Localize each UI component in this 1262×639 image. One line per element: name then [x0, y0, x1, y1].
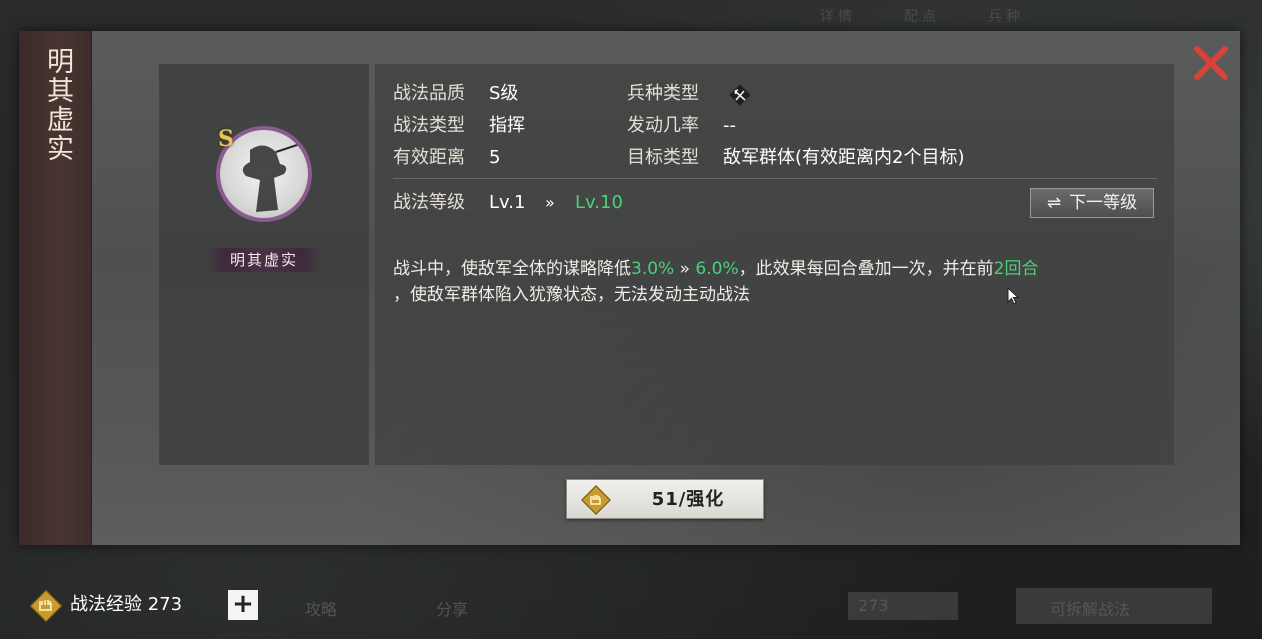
bg-ghost-exp-value: 273 [858, 596, 889, 615]
skill-detail-dialog: 明其虚实 S 明其虚实 战法品质 S级 兵种类型 战法类型 指挥 发动几率 --… [19, 31, 1240, 545]
skill-type-label: 战法类型 [393, 115, 465, 136]
skill-info-panel: 战法品质 S级 兵种类型 战法类型 指挥 发动几率 -- 有效距离 5 目标类型… [375, 64, 1174, 465]
trigger-rate-value: -- [723, 115, 736, 136]
desc-value-next: 6.0% [695, 259, 739, 279]
desc-part-1: 战斗中，使敌军全体的谋略降低 [393, 259, 631, 279]
skill-grade-badge: S [218, 126, 234, 152]
skill-type-value: 指挥 [489, 115, 525, 136]
desc-rounds: 2回合 [993, 259, 1039, 279]
bg-tab-details: 详情 [820, 9, 856, 25]
bow-icon [727, 82, 753, 108]
bg-tab-points: 配点 [904, 9, 940, 25]
desc-part-3: ，使敌军群体陷入犹豫状态，无法发动主动战法 [393, 285, 750, 305]
add-exp-button[interactable]: + [228, 590, 258, 620]
skill-exp-text: 战法经验 273 [70, 594, 183, 615]
desc-value-current: 3.0% [631, 259, 675, 279]
desc-part-2: ，此效果每回合叠加一次，并在前 [738, 259, 994, 279]
range-value: 5 [489, 147, 501, 168]
fist-icon [581, 485, 611, 515]
target-type-value: 敌军群体(有效距离内2个目标) [723, 147, 965, 168]
info-divider [393, 178, 1157, 179]
mouse-cursor-icon [1007, 286, 1020, 305]
skill-level-row: 战法等级 Lv.1 » Lv.10 ⇌ 下一等级 [393, 188, 1163, 218]
quality-label: 战法品质 [393, 83, 465, 104]
next-level-button[interactable]: ⇌ 下一等级 [1030, 188, 1154, 218]
skill-level-label: 战法等级 [393, 192, 465, 213]
range-label: 有效距离 [393, 147, 465, 168]
background-tabs: 详情 配点 兵种 [820, 6, 1240, 28]
trigger-rate-label: 发动几率 [627, 115, 699, 136]
skill-exp-icon [28, 588, 64, 624]
upgrade-button-label: 51/强化 [651, 489, 725, 510]
next-level-button-label: 下一等级 [1069, 193, 1138, 213]
target-type-label: 目标类型 [627, 147, 699, 168]
side-title-band: 明其虚实 [19, 31, 92, 545]
bg-tab-troops: 兵种 [988, 9, 1024, 25]
current-level: Lv.1 [489, 192, 526, 213]
skill-description: 战斗中，使敌军全体的谋略降低3.0% » 6.0%，此效果每回合叠加一次，并在前… [393, 256, 1163, 308]
info-row-range: 有效距离 5 目标类型 敌军群体(有效距离内2个目标) [393, 142, 1153, 174]
skill-attributes: 战法品质 S级 兵种类型 战法类型 指挥 发动几率 -- 有效距离 5 目标类型… [393, 78, 1153, 174]
desc-arrow: » [674, 259, 696, 279]
skill-name-plate: 明其虚实 [207, 248, 321, 272]
level-arrow-icon: » [545, 193, 555, 212]
info-row-quality: 战法品质 S级 兵种类型 [393, 78, 1153, 110]
close-icon[interactable] [1191, 43, 1231, 83]
upgrade-button[interactable]: 51/强化 [566, 479, 764, 519]
bottom-bar: 战法经验 273 + 攻略 分享 273 可拆解战法 [0, 580, 1262, 639]
quality-value: S级 [489, 83, 519, 104]
skill-card-panel: S 明其虚实 [159, 64, 369, 465]
bg-ghost-action: 可拆解战法 [1050, 600, 1131, 619]
info-row-type: 战法类型 指挥 发动几率 -- [393, 110, 1153, 142]
skill-portrait: S [216, 126, 312, 222]
next-level-value: Lv.10 [575, 192, 623, 213]
dialog-side-title: 明其虚实 [42, 47, 73, 163]
troop-type-label: 兵种类型 [627, 83, 699, 104]
bg-ghost-share: 分享 [436, 600, 469, 619]
swap-icon: ⇌ [1046, 193, 1062, 213]
bg-ghost-guide: 攻略 [305, 600, 338, 619]
